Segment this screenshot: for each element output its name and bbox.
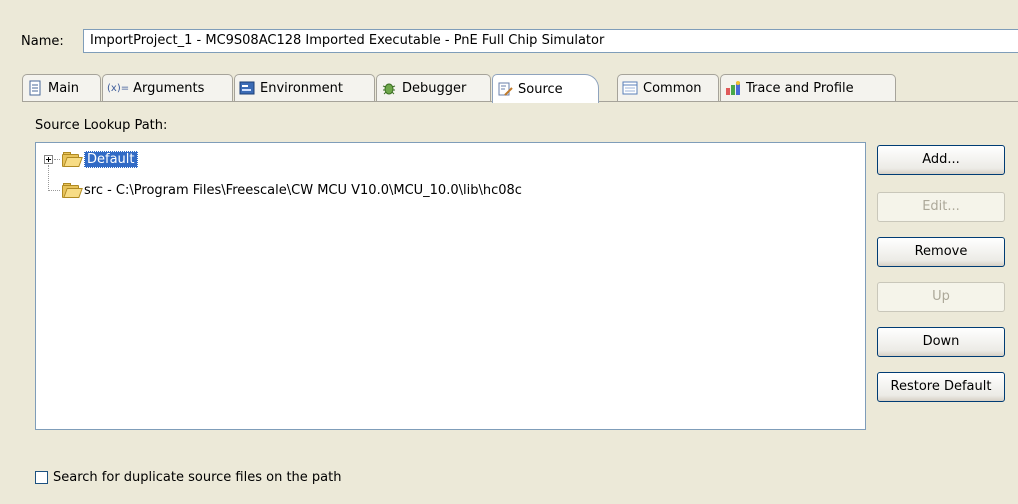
tab-environment-label: Environment bbox=[260, 80, 344, 96]
tab-trace-profile-label: Trace and Profile bbox=[746, 80, 854, 96]
tree-item-label: Default bbox=[84, 150, 138, 168]
tab-common-label: Common bbox=[643, 80, 702, 96]
name-label: Name: bbox=[21, 34, 64, 49]
tab-arguments[interactable]: (x)= Arguments bbox=[102, 74, 233, 101]
tab-arguments-label: Arguments bbox=[133, 80, 205, 96]
duplicate-search-label: Search for duplicate source files on the… bbox=[53, 470, 342, 485]
source-lookup-label: Source Lookup Path: bbox=[35, 118, 168, 133]
restore-default-button[interactable]: Restore Default bbox=[877, 372, 1005, 402]
duplicate-search-option[interactable]: Search for duplicate source files on the… bbox=[35, 470, 341, 485]
tab-source-label: Source bbox=[518, 81, 563, 97]
tab-debugger[interactable]: Debugger bbox=[376, 74, 491, 101]
common-icon bbox=[622, 80, 638, 96]
tab-source[interactable]: Source bbox=[492, 74, 599, 103]
tab-debugger-label: Debugger bbox=[402, 80, 467, 96]
tree-connector bbox=[48, 165, 50, 191]
add-button[interactable]: Add... bbox=[877, 145, 1005, 175]
tab-main[interactable]: Main bbox=[22, 74, 101, 101]
source-icon bbox=[497, 81, 513, 97]
arguments-icon: (x)= bbox=[107, 82, 130, 94]
tree-connector bbox=[49, 190, 60, 191]
tab-bar: Main (x)= Arguments Environment Debugger… bbox=[22, 74, 1018, 103]
tab-main-label: Main bbox=[48, 80, 80, 96]
environment-icon bbox=[239, 80, 255, 96]
source-lookup-tree[interactable]: Default src - C:\Program Files\Freescale… bbox=[35, 142, 866, 430]
tab-common[interactable]: Common bbox=[617, 74, 719, 101]
expand-toggle-icon[interactable] bbox=[44, 155, 53, 164]
tab-environment[interactable]: Environment bbox=[234, 74, 375, 101]
folder-icon bbox=[62, 152, 83, 167]
duplicate-search-checkbox[interactable] bbox=[35, 471, 48, 484]
name-row: Name: ImportProject_1 - MC9S08AC128 Impo… bbox=[0, 0, 1018, 58]
debugger-bug-icon bbox=[381, 80, 397, 96]
tree-item-default[interactable]: Default bbox=[62, 150, 138, 168]
edit-button[interactable]: Edit... bbox=[877, 192, 1005, 222]
up-button[interactable]: Up bbox=[877, 282, 1005, 312]
name-input[interactable]: ImportProject_1 - MC9S08AC128 Imported E… bbox=[83, 29, 1018, 53]
down-button[interactable]: Down bbox=[877, 327, 1005, 357]
folder-icon bbox=[62, 183, 83, 198]
page-icon bbox=[27, 80, 43, 96]
tree-connector bbox=[54, 159, 60, 160]
tab-trace-profile[interactable]: Trace and Profile bbox=[720, 74, 896, 101]
tree-item-src[interactable]: src - C:\Program Files\Freescale\CW MCU … bbox=[62, 181, 522, 199]
remove-button[interactable]: Remove bbox=[877, 237, 1005, 267]
tree-item-label: src - C:\Program Files\Freescale\CW MCU … bbox=[84, 182, 522, 198]
trace-profile-icon bbox=[725, 80, 741, 96]
